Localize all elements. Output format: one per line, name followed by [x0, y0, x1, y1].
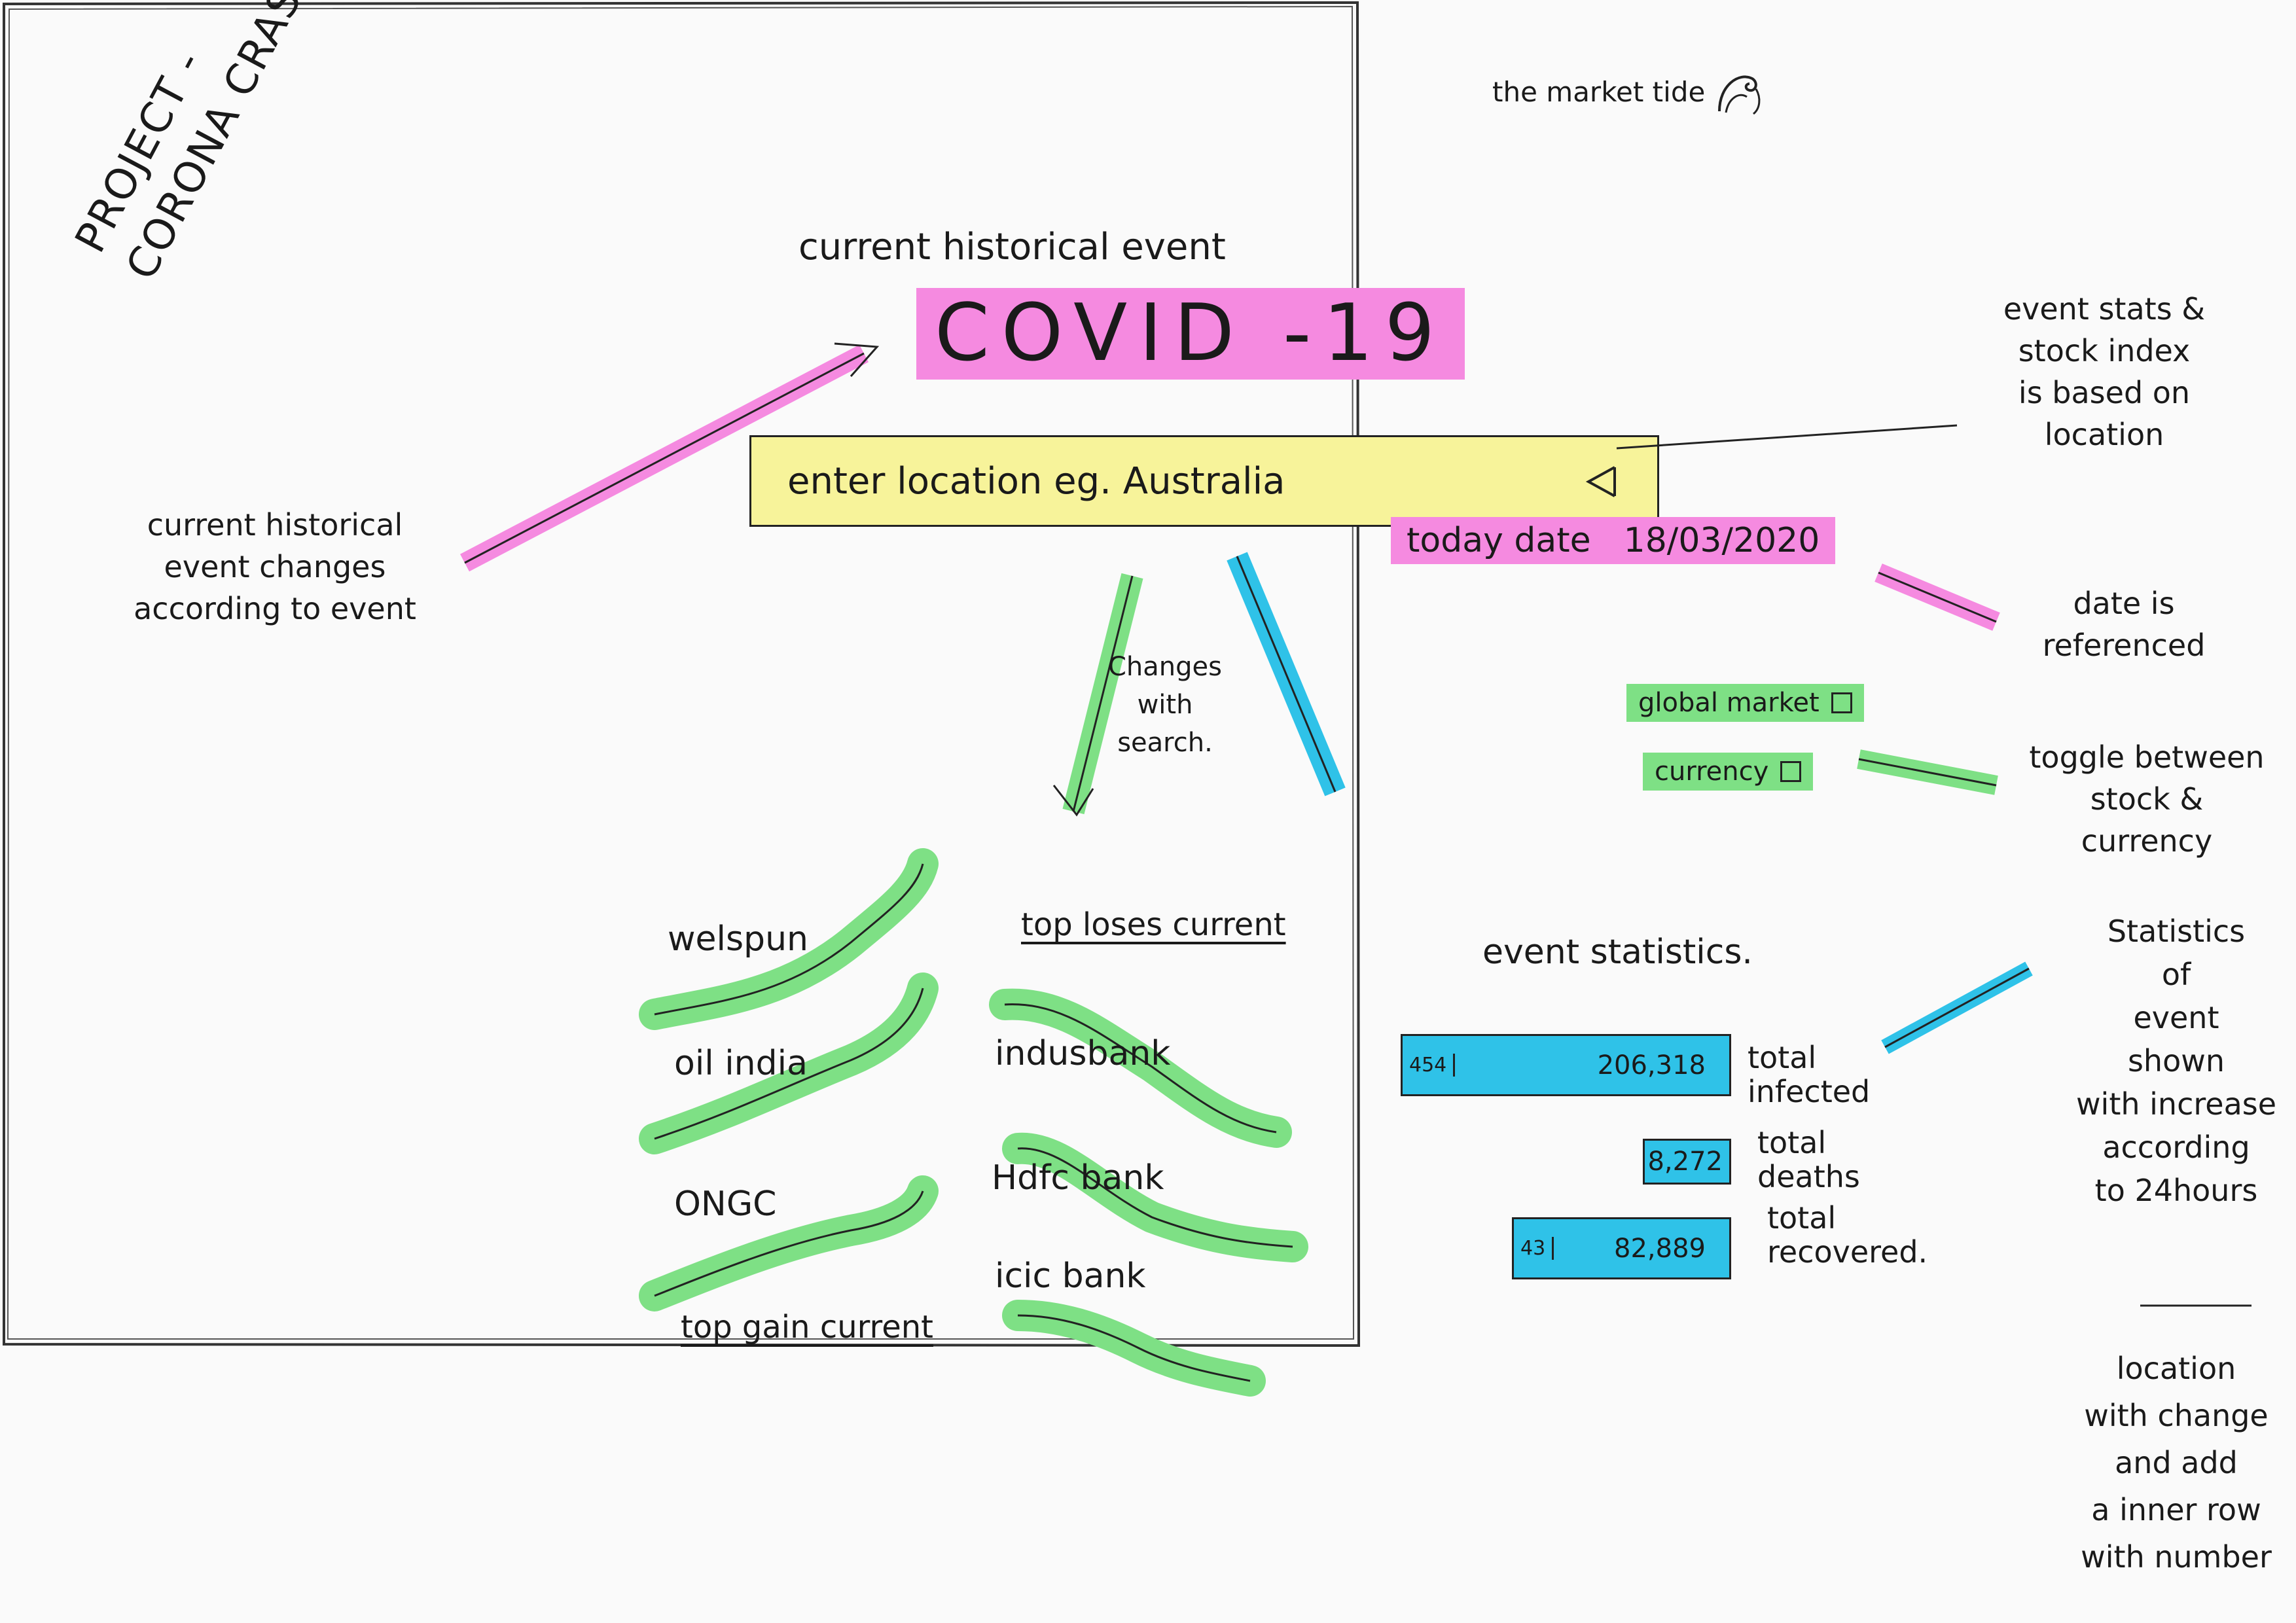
annotation-event-change: current historical event changes accordi…: [92, 504, 458, 630]
annotation-toggle: toggle between stock & currency: [2009, 736, 2284, 862]
gain-item-ongc[interactable]: ONGC: [674, 1185, 776, 1224]
annotation-line: and add: [2115, 1445, 2238, 1480]
stat-delta: 43: [1514, 1237, 1554, 1260]
annotation-line: a inner row: [2091, 1492, 2261, 1527]
annotation-line: according to event: [134, 591, 416, 626]
annotation-date-ref: date is referenced: [2003, 582, 2245, 666]
stat-recovered-label: total recovered.: [1767, 1201, 1928, 1269]
annotation-line: referenced: [2042, 628, 2206, 663]
annotation-line: date is: [2073, 586, 2175, 621]
annotation-line: event stats &: [2003, 291, 2206, 327]
stat-infected-label: total infected: [1748, 1041, 1870, 1109]
sparkline-icic-bank: [1002, 1300, 1266, 1397]
loss-item-icic-bank[interactable]: icic bank: [995, 1257, 1146, 1296]
top-gain-title: top gain current: [681, 1309, 933, 1346]
annotation-line: is based on: [2018, 375, 2191, 410]
gain-item-welspun[interactable]: welspun: [668, 919, 808, 959]
annotation-line: location: [2044, 417, 2164, 452]
annotation-line: to 24hours: [2094, 1173, 2258, 1208]
annotation-line: current historical: [147, 507, 403, 543]
annotation-line: according: [2102, 1130, 2250, 1165]
gain-item-oil-india[interactable]: oil india: [674, 1044, 808, 1083]
stat-label-line: deaths: [1757, 1159, 1860, 1194]
annotation-location: location with change and add a inner row…: [2062, 1345, 2291, 1580]
annotation-line: location: [2116, 1351, 2236, 1386]
loss-item-hdfc-bank[interactable]: Hdfc bank: [992, 1158, 1164, 1198]
stat-recovered: 43 82,889: [1512, 1217, 1731, 1279]
stat-total: 206,318: [1597, 1050, 1706, 1080]
annotation-line: stock &: [2090, 781, 2204, 817]
stat-label-line: total: [1767, 1200, 1837, 1236]
stat-label-line: total: [1748, 1040, 1817, 1075]
annotation-line: with change: [2084, 1398, 2269, 1433]
stat-label-line: infected: [1748, 1074, 1871, 1109]
annotation-line: shown: [2127, 1043, 2225, 1079]
annotation-line: currency: [2081, 823, 2213, 859]
stat-label-line: recovered.: [1767, 1234, 1928, 1270]
annotation-line: event: [2133, 1000, 2219, 1035]
stat-deaths: 8,272: [1643, 1139, 1731, 1185]
stat-label-line: total: [1757, 1125, 1827, 1160]
annotation-stats: Statistics of event shown with increase …: [2062, 910, 2291, 1212]
stats-title: event statistics.: [1482, 933, 1753, 972]
stat-total: 82,889: [1614, 1233, 1706, 1264]
annotation-line: stock index: [2018, 333, 2191, 368]
stat-delta: 454: [1403, 1054, 1456, 1077]
annotation-line: with number: [2081, 1539, 2272, 1575]
stat-deaths-label: total deaths: [1757, 1126, 1860, 1194]
annotation-line: with increase: [2075, 1086, 2277, 1122]
annotation-arrow: [1616, 424, 1958, 450]
annotation-location-based: event stats & stock index is based on lo…: [1964, 288, 2245, 455]
annotation-line: toggle between: [2029, 740, 2265, 775]
top-loses-title: top loses current: [1021, 906, 1286, 943]
annotation-line: of: [2161, 957, 2191, 992]
stat-total: 8,272: [1647, 1147, 1723, 1177]
loss-item-indusbank[interactable]: indusbank: [995, 1034, 1170, 1073]
annotation-line: event changes: [164, 549, 386, 584]
annotation-layer: [460, 342, 2251, 1397]
annotation-line: Statistics: [2107, 914, 2246, 949]
search-note: Changes with search.: [1108, 652, 1222, 758]
stat-infected: 454 206,318: [1401, 1034, 1731, 1096]
